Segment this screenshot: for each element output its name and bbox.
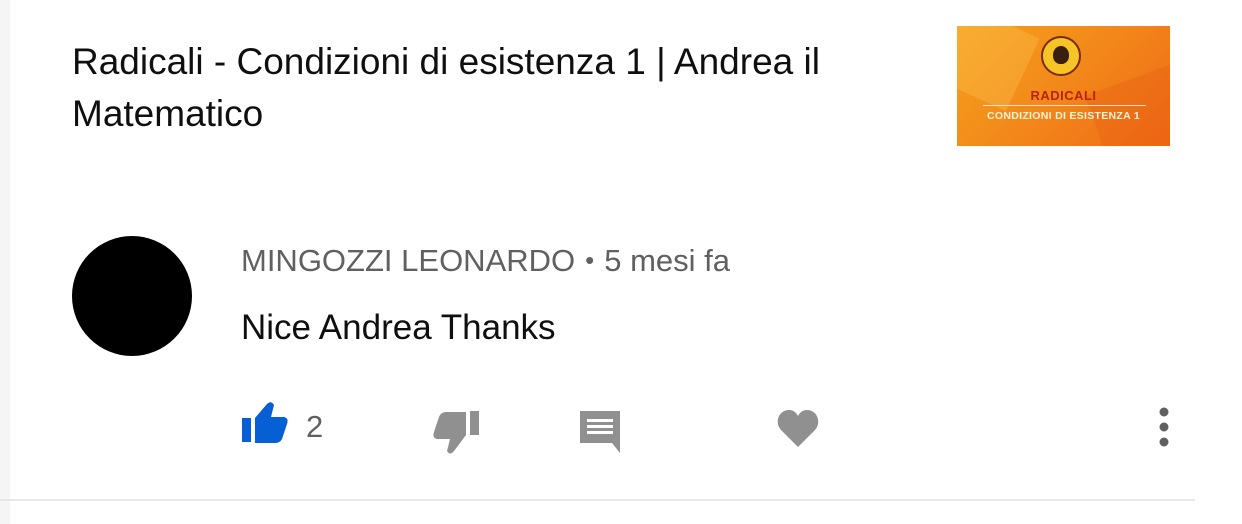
video-title[interactable]: Radicali - Condizioni di esistenza 1 | A… xyxy=(72,36,932,140)
video-thumbnail[interactable]: RADICALI CONDIZIONI DI ESISTENZA 1 xyxy=(957,26,1170,146)
like-count: 2 xyxy=(306,409,324,444)
comment-text: Nice Andrea Thanks xyxy=(241,308,556,347)
more-vert-icon xyxy=(1159,407,1169,447)
comment-header: MINGOZZI LEONARDO • 5 mesi fa xyxy=(241,240,730,281)
thumbnail-divider xyxy=(983,105,1146,106)
comment-author[interactable]: MINGOZZI LEONARDO xyxy=(241,243,575,278)
thumb-down-icon xyxy=(433,411,479,454)
comment-icon xyxy=(580,411,620,453)
thumb-up-icon xyxy=(242,402,288,443)
avatar[interactable] xyxy=(72,236,192,356)
heart-icon xyxy=(777,410,819,447)
thumbnail-facet xyxy=(1084,61,1170,146)
channel-logo-icon xyxy=(1041,36,1081,76)
divider xyxy=(0,499,1195,501)
left-edge-strip xyxy=(0,0,10,524)
mascot-face-icon xyxy=(1053,46,1069,64)
dislike-button[interactable] xyxy=(432,409,480,457)
thumbnail-title: RADICALI xyxy=(1030,88,1097,103)
reply-button[interactable] xyxy=(578,409,622,453)
heart-button[interactable] xyxy=(776,407,820,449)
like-button[interactable] xyxy=(240,400,290,444)
thumbnail-subtitle: CONDIZIONI DI ESISTENZA 1 xyxy=(987,110,1140,122)
comment-timestamp: 5 mesi fa xyxy=(604,243,731,278)
meta-separator: • xyxy=(585,245,595,275)
more-options-button[interactable] xyxy=(1152,406,1176,452)
